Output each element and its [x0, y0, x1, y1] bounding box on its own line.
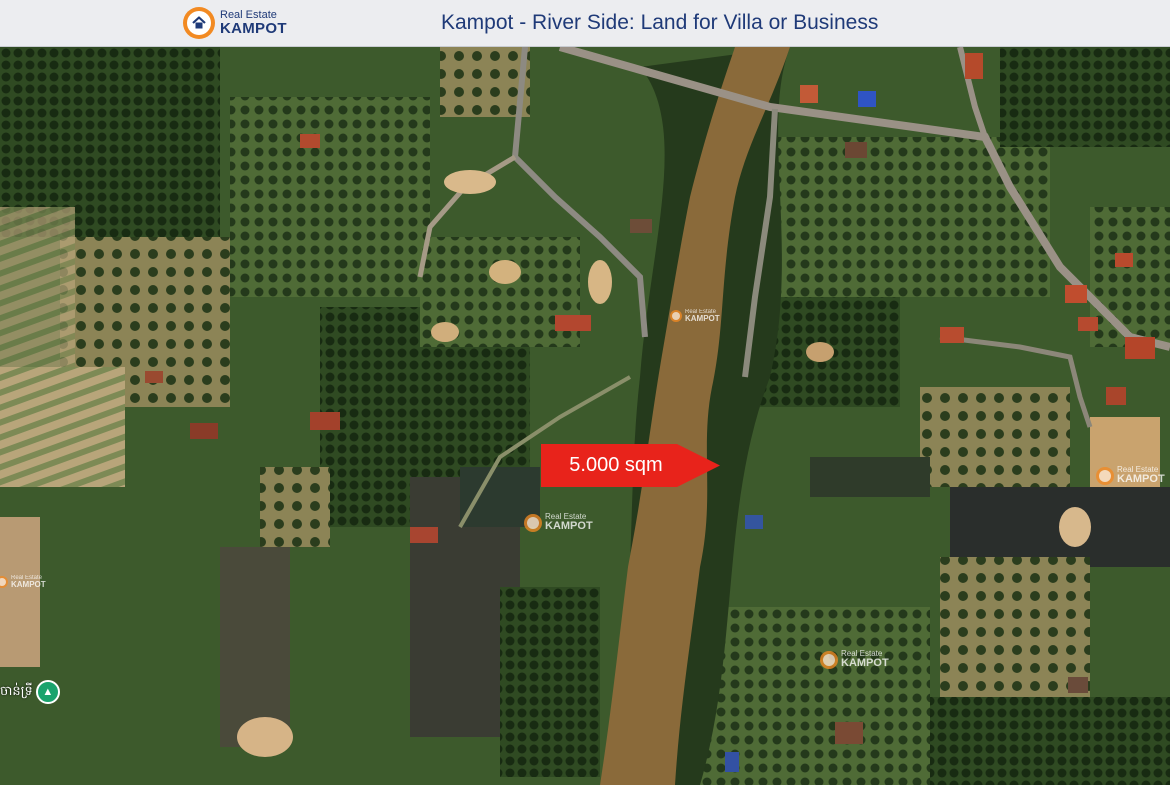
watermark-name: KAMPOT — [1117, 473, 1165, 485]
plot-size-callout: 5.000 sqm — [541, 444, 720, 487]
watermark-logo: Real Estate KAMPOT — [670, 309, 720, 323]
plot-size-label: 5.000 sqm — [569, 454, 663, 476]
brand-logo[interactable]: Real Estate KAMPOT — [183, 6, 287, 40]
watermark-name: KAMPOT — [545, 520, 593, 532]
watermark-logo: Real Estate KAMPOT — [0, 575, 46, 589]
watermark-logo: Real Estate KAMPOT — [1096, 466, 1165, 485]
page-title: Kampot - River Side: Land for Villa or B… — [441, 11, 879, 34]
satellite-map[interactable]: Real Estate KAMPOT Real Estate KAMPOT Real… — [0, 47, 1170, 785]
house-icon — [183, 7, 215, 39]
header-bar: Real Estate KAMPOT Kampot - River Side: … — [0, 0, 1170, 47]
park-icon: ▲ — [35, 680, 60, 704]
watermark-logo: Real Estate KAMPOT — [820, 650, 889, 669]
watermark-name: KAMPOT — [685, 314, 720, 323]
place-label: ចាន់ទ្រី — [0, 682, 33, 698]
satellite-imagery — [0, 47, 1170, 785]
watermark-name: KAMPOT — [841, 657, 889, 669]
logo-name: KAMPOT — [220, 20, 287, 37]
watermark-logo: Real Estate KAMPOT — [524, 513, 593, 532]
watermark-name: KAMPOT — [11, 580, 46, 589]
place-marker[interactable]: ចាន់ទ្រី ▲ — [0, 680, 60, 704]
